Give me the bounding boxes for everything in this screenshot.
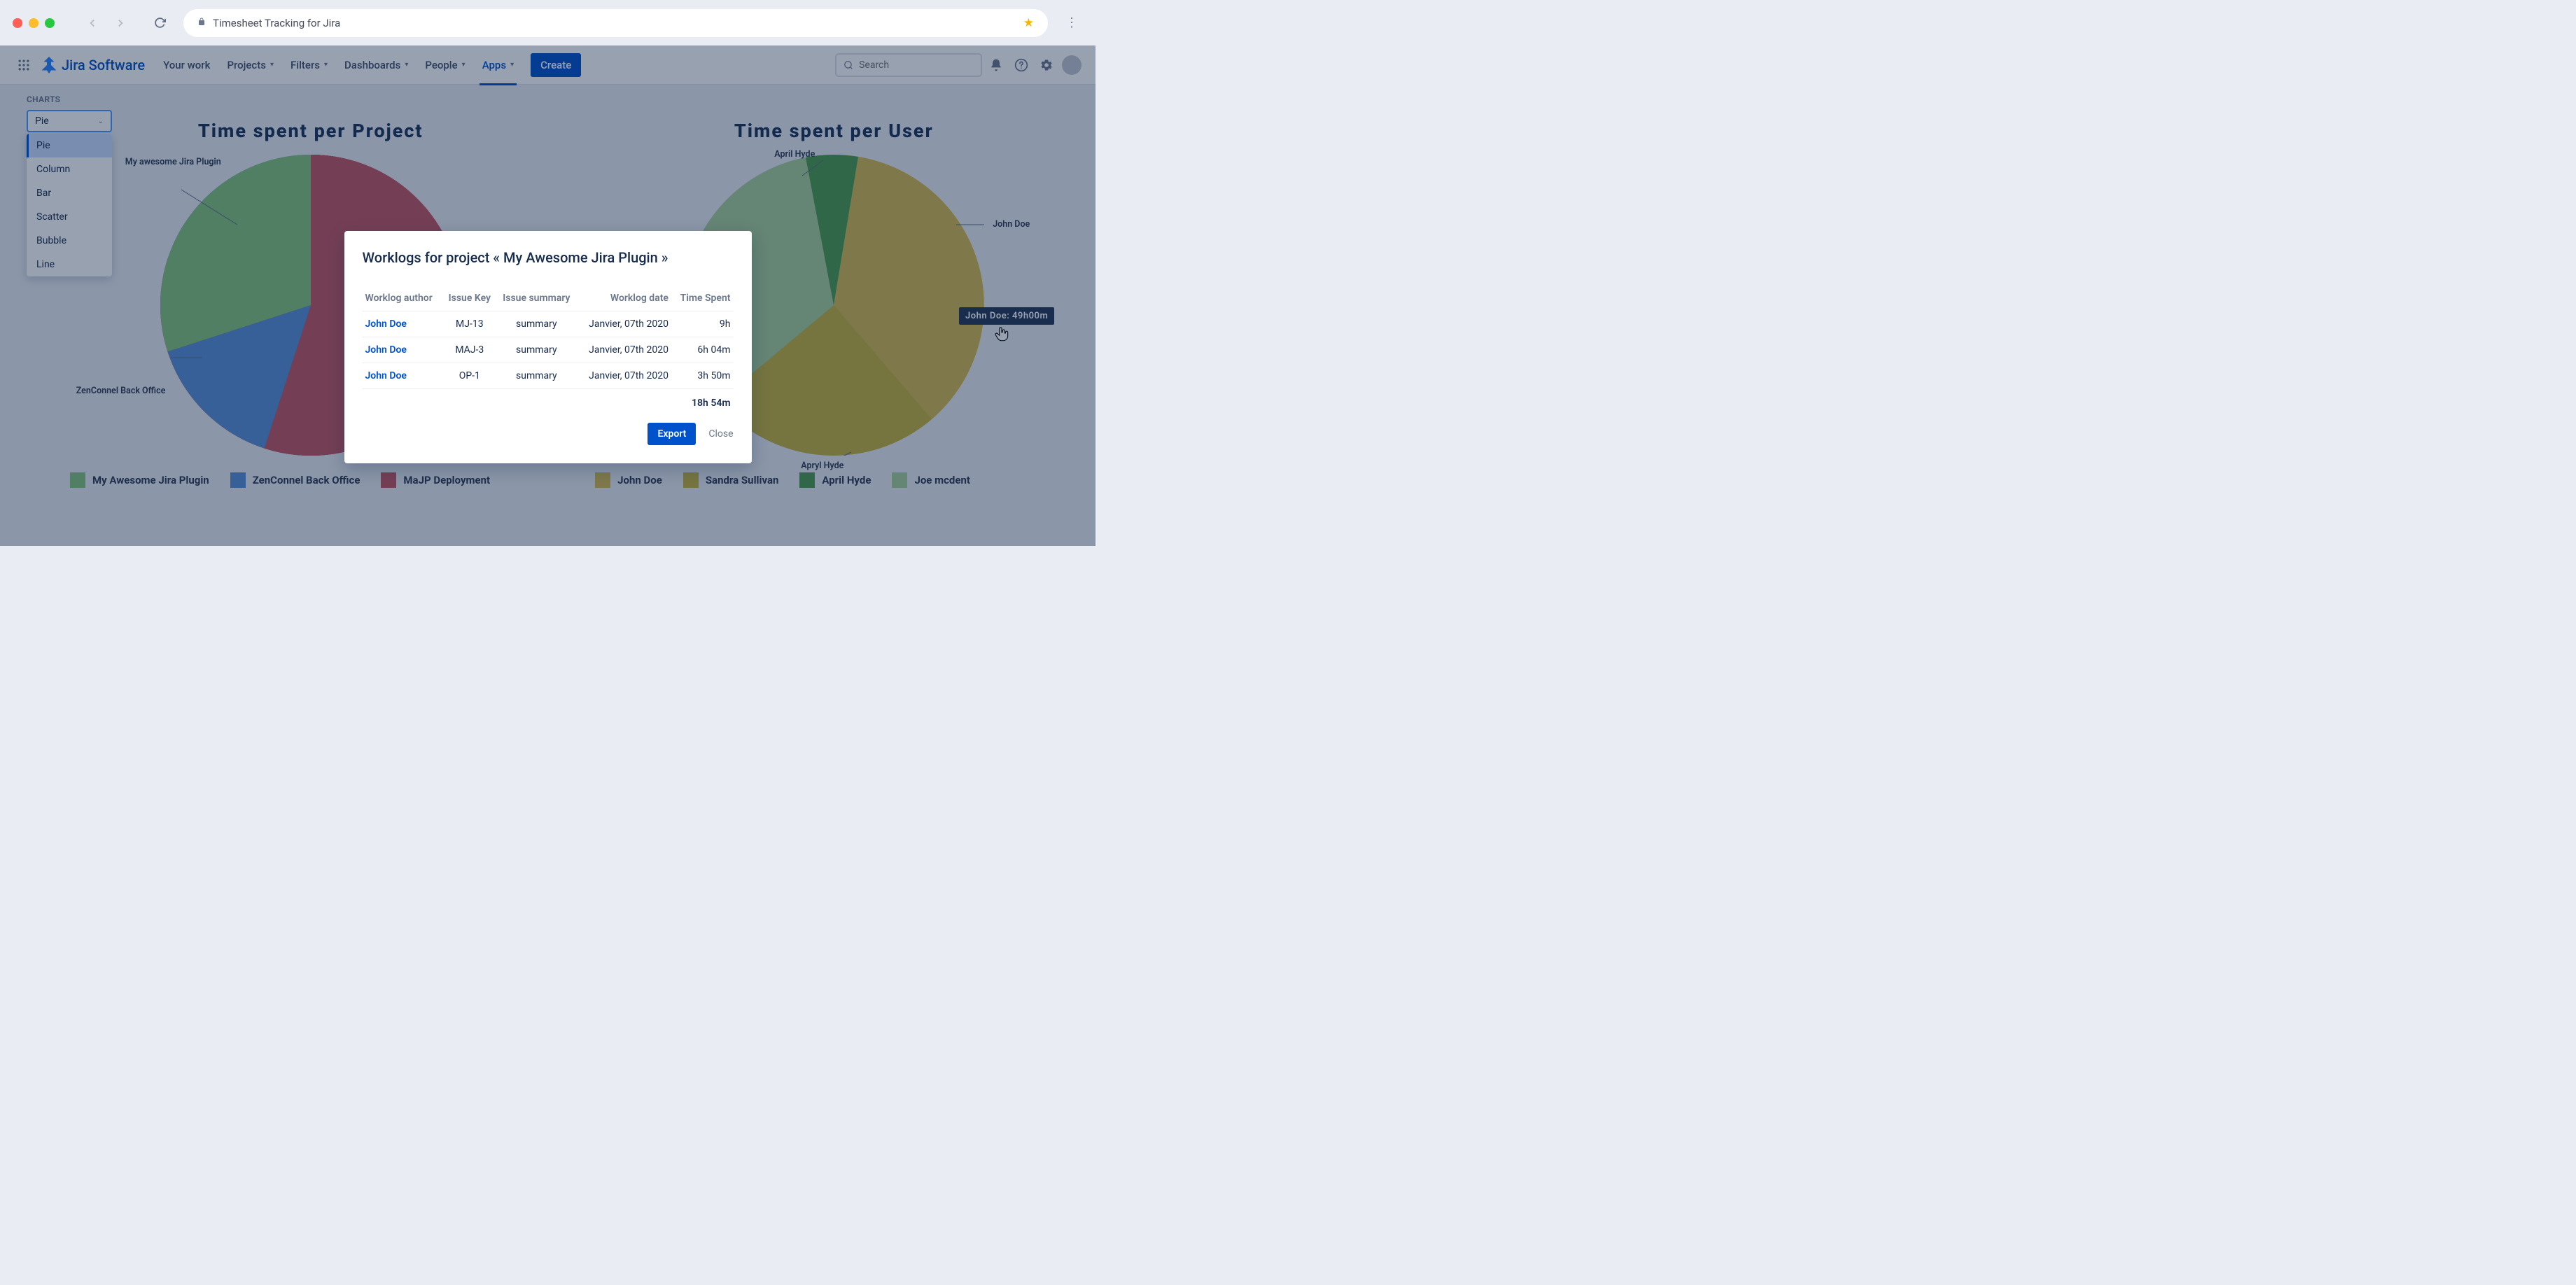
- lock-icon: [197, 17, 206, 29]
- export-button[interactable]: Export: [648, 423, 696, 445]
- col-author: Worklog author: [363, 286, 443, 311]
- browser-chrome: Timesheet Tracking for Jira ★ ⋮: [0, 0, 1096, 45]
- forward-button[interactable]: [109, 12, 132, 34]
- close-window-icon[interactable]: [13, 18, 22, 28]
- page-title: Timesheet Tracking for Jira: [213, 17, 340, 29]
- bookmark-star-icon[interactable]: ★: [1023, 16, 1034, 30]
- modal-title: Worklogs for project « My Awesome Jira P…: [363, 249, 734, 266]
- reload-button[interactable]: [148, 12, 171, 34]
- table-row: John Doe OP-1 summary Janvier, 07th 2020…: [363, 363, 734, 389]
- col-issue-key: Issue Key: [443, 286, 496, 311]
- back-button[interactable]: [81, 12, 104, 34]
- author-link[interactable]: John Doe: [365, 370, 407, 381]
- close-button[interactable]: Close: [708, 428, 733, 440]
- table-row: John Doe MJ-13 summary Janvier, 07th 202…: [363, 311, 734, 337]
- author-link[interactable]: John Doe: [365, 344, 407, 356]
- browser-menu-icon[interactable]: ⋮: [1060, 15, 1083, 30]
- author-link[interactable]: John Doe: [365, 318, 407, 330]
- minimize-window-icon[interactable]: [29, 18, 38, 28]
- col-date: Worklog date: [577, 286, 671, 311]
- table-row: John Doe MAJ-3 summary Janvier, 07th 202…: [363, 337, 734, 363]
- col-time: Time Spent: [671, 286, 734, 311]
- modal-overlay[interactable]: Worklogs for project « My Awesome Jira P…: [0, 45, 1096, 546]
- worklogs-table: Worklog author Issue Key Issue summary W…: [363, 286, 734, 389]
- address-bar[interactable]: Timesheet Tracking for Jira ★: [183, 9, 1048, 37]
- maximize-window-icon[interactable]: [45, 18, 55, 28]
- total-time: 18h 54m: [363, 389, 734, 409]
- col-summary: Issue summary: [496, 286, 577, 311]
- traffic-lights: [13, 18, 55, 28]
- worklogs-modal: Worklogs for project « My Awesome Jira P…: [344, 231, 752, 463]
